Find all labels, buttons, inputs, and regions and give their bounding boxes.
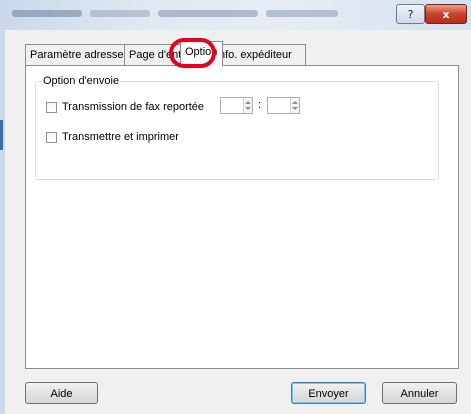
send-and-print-checkbox[interactable] bbox=[46, 131, 57, 143]
help-button[interactable]: Aide bbox=[25, 382, 98, 404]
dialog-window: ? x Paramètre adresse Page d'entê Option… bbox=[0, 0, 471, 414]
arrow-up-icon bbox=[245, 101, 251, 104]
deferred-fax-label: Transmission de fax reportée bbox=[62, 101, 205, 113]
help-title-button[interactable]: ? bbox=[396, 4, 425, 24]
send-button-label: Envoyer bbox=[308, 388, 349, 400]
title-bar[interactable]: ? x bbox=[0, 0, 471, 30]
tab-sender-info[interactable]: nfo. expéditeur bbox=[214, 44, 306, 65]
help-button-label: Aide bbox=[50, 388, 73, 400]
help-icon: ? bbox=[407, 7, 414, 21]
send-button[interactable]: Envoyer bbox=[291, 382, 366, 404]
deferred-fax-option[interactable]: Transmission de fax reportée bbox=[46, 101, 204, 113]
hour-spinner-arrows[interactable] bbox=[243, 98, 252, 113]
option-tab-highlight bbox=[169, 38, 216, 68]
close-button[interactable]: x bbox=[425, 4, 467, 24]
arrow-down-icon bbox=[292, 107, 298, 110]
cancel-button[interactable]: Annuler bbox=[382, 382, 457, 404]
arrow-up-icon bbox=[292, 101, 298, 104]
window-frame-accent bbox=[0, 120, 3, 150]
tab-label: Paramètre adresse bbox=[30, 49, 124, 61]
cancel-button-label: Annuler bbox=[400, 388, 439, 400]
tab-label: nfo. expéditeur bbox=[219, 49, 292, 61]
arrow-down-icon bbox=[245, 107, 251, 110]
option-tab-panel: Option d'envoie Transmission de fax repo… bbox=[25, 65, 459, 369]
send-and-print-label: Transmettre et imprimer bbox=[62, 131, 179, 143]
group-title: Option d'envoie bbox=[42, 75, 121, 87]
blurred-title-segment bbox=[90, 10, 150, 17]
minute-spinner[interactable] bbox=[267, 97, 300, 114]
time-separator: : bbox=[258, 99, 262, 111]
window-frame-left bbox=[0, 30, 5, 414]
blurred-title-segment bbox=[158, 10, 258, 17]
tab-address-settings[interactable]: Paramètre adresse bbox=[25, 44, 125, 65]
deferred-fax-checkbox[interactable] bbox=[46, 101, 57, 113]
close-icon: x bbox=[442, 7, 450, 21]
send-and-print-option[interactable]: Transmettre et imprimer bbox=[46, 131, 179, 143]
blurred-title bbox=[12, 10, 82, 17]
blurred-title-segment bbox=[266, 10, 338, 17]
minute-spinner-arrows[interactable] bbox=[290, 98, 299, 113]
hour-spinner[interactable] bbox=[220, 97, 253, 114]
send-option-group: Option d'envoie Transmission de fax repo… bbox=[35, 75, 439, 180]
